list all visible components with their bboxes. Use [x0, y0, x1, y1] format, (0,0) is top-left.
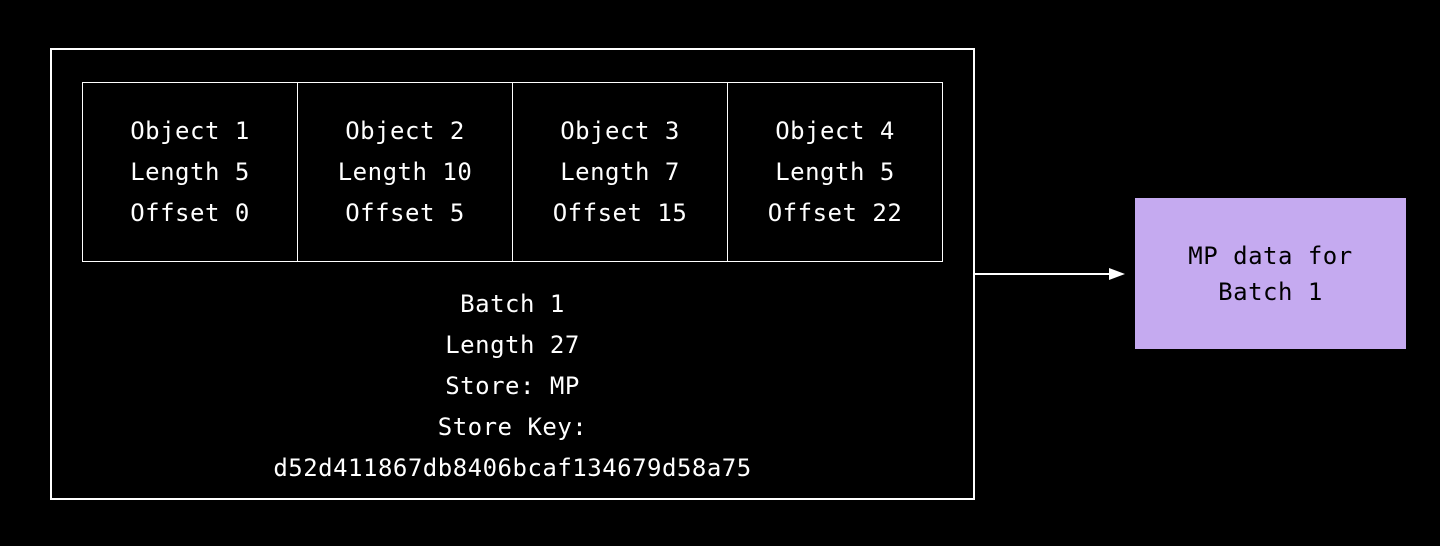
object-name: Object 1: [83, 111, 297, 152]
object-length: Length 10: [298, 152, 512, 193]
mp-data-line1: MP data for: [1188, 238, 1352, 274]
batch-store: Store: MP: [82, 366, 943, 407]
object-length: Length 5: [83, 152, 297, 193]
object-offset: Offset 15: [513, 193, 727, 234]
mp-data-line2: Batch 1: [1218, 274, 1323, 310]
objects-row: Object 1 Length 5 Offset 0 Object 2 Leng…: [82, 82, 943, 262]
object-offset: Offset 5: [298, 193, 512, 234]
batch-info: Batch 1 Length 27 Store: MP Store Key: d…: [82, 284, 943, 488]
object-cell-4: Object 4 Length 5 Offset 22: [728, 83, 942, 261]
object-length: Length 5: [728, 152, 942, 193]
batch-container: Object 1 Length 5 Offset 0 Object 2 Leng…: [50, 48, 975, 500]
batch-store-key-label: Store Key:: [82, 407, 943, 448]
object-cell-1: Object 1 Length 5 Offset 0: [83, 83, 298, 261]
object-name: Object 3: [513, 111, 727, 152]
object-length: Length 7: [513, 152, 727, 193]
batch-length: Length 27: [82, 325, 943, 366]
object-name: Object 2: [298, 111, 512, 152]
object-cell-2: Object 2 Length 10 Offset 5: [298, 83, 513, 261]
object-name: Object 4: [728, 111, 942, 152]
mp-data-box: MP data for Batch 1: [1133, 196, 1408, 351]
object-cell-3: Object 3 Length 7 Offset 15: [513, 83, 728, 261]
object-offset: Offset 22: [728, 193, 942, 234]
batch-name: Batch 1: [82, 284, 943, 325]
object-offset: Offset 0: [83, 193, 297, 234]
batch-store-key: d52d411867db8406bcaf134679d58a75: [82, 448, 943, 489]
arrow-icon: [975, 268, 1125, 280]
